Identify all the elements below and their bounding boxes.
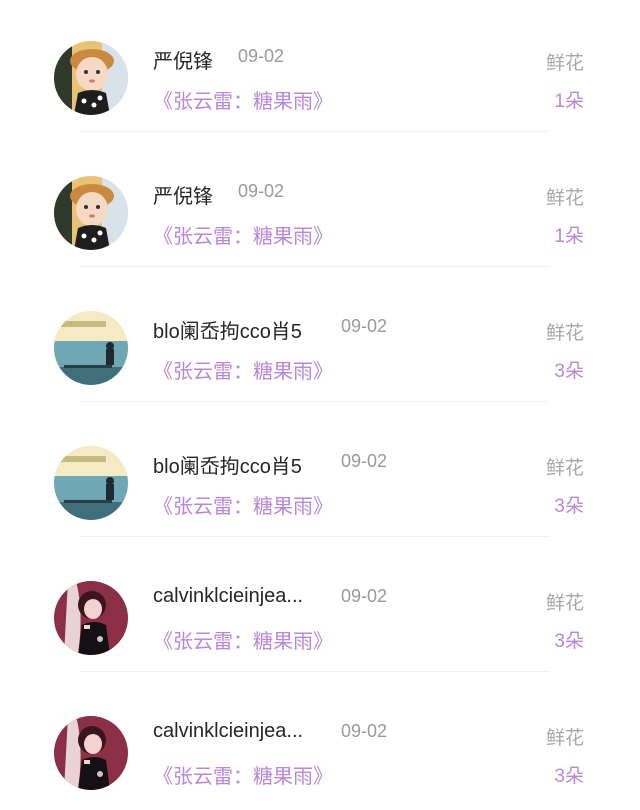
avatar[interactable]	[54, 716, 128, 790]
row-divider	[80, 536, 550, 537]
avatar[interactable]	[54, 446, 128, 520]
song-title[interactable]: 《张云雷：糖果雨》	[153, 625, 333, 654]
gift-type-label: 鲜花	[545, 593, 584, 614]
song-title[interactable]: 《张云雷：糖果雨》	[153, 220, 333, 249]
gift-date: 09-02	[238, 46, 285, 66]
avatar[interactable]	[54, 176, 128, 250]
row-divider	[80, 131, 550, 132]
song-title[interactable]: 《张云雷：糖果雨》	[153, 490, 333, 519]
gift-date: 09-02	[341, 451, 388, 471]
user-name[interactable]: 严倪锋	[153, 180, 213, 209]
avatar[interactable]	[54, 41, 128, 115]
list-item[interactable]: blo阑岙拘cco肖5 09-02 《张云雷：糖果雨》 鲜花 3朵	[0, 270, 640, 405]
gift-count: 3朵	[554, 361, 584, 382]
list-item[interactable]: blo阑岙拘cco肖5 09-02 《张云雷：糖果雨》 鲜花 3朵	[0, 405, 640, 540]
gift-type-label: 鲜花	[545, 458, 584, 479]
user-name[interactable]: 严倪锋	[153, 45, 213, 74]
gift-count: 3朵	[554, 631, 584, 652]
illustrated-girl-avatar-image	[54, 581, 128, 655]
row-divider	[80, 266, 550, 267]
gift-list: 严倪锋 09-02 《张云雷：糖果雨》 鲜花 1朵 严倪锋 09-02 《张云雷…	[0, 0, 640, 810]
row-divider	[80, 401, 550, 402]
gift-date: 09-02	[341, 586, 388, 606]
gift-count: 1朵	[554, 226, 584, 247]
list-item[interactable]: calvinklcieinjea... 09-02 《张云雷：糖果雨》 鲜花 3…	[0, 540, 640, 675]
gift-type-label: 鲜花	[545, 728, 584, 749]
gift-count: 3朵	[554, 766, 584, 787]
seaside-photo-avatar-image	[54, 311, 128, 385]
song-title[interactable]: 《张云雷：糖果雨》	[153, 760, 333, 789]
gift-type-label: 鲜花	[545, 323, 584, 344]
gift-date: 09-02	[341, 721, 388, 741]
list-item[interactable]: 严倪锋 09-02 《张云雷：糖果雨》 鲜花 1朵	[0, 0, 640, 135]
gift-count: 1朵	[554, 91, 584, 112]
user-name[interactable]: blo阑岙拘cco肖5	[153, 450, 302, 479]
child-photo-avatar-image	[54, 41, 128, 115]
user-name[interactable]: blo阑岙拘cco肖5	[153, 315, 302, 344]
child-photo-avatar-image	[54, 176, 128, 250]
gift-date: 09-02	[341, 316, 388, 336]
user-name[interactable]: calvinklcieinjea...	[153, 720, 303, 743]
avatar[interactable]	[54, 581, 128, 655]
gift-type-label: 鲜花	[545, 53, 584, 74]
illustrated-girl-avatar-image	[54, 716, 128, 790]
seaside-photo-avatar-image	[54, 446, 128, 520]
song-title[interactable]: 《张云雷：糖果雨》	[153, 85, 333, 114]
user-name[interactable]: calvinklcieinjea...	[153, 585, 303, 608]
list-item[interactable]: 严倪锋 09-02 《张云雷：糖果雨》 鲜花 1朵	[0, 135, 640, 270]
gift-date: 09-02	[238, 181, 285, 201]
gift-count: 3朵	[554, 496, 584, 517]
song-title[interactable]: 《张云雷：糖果雨》	[153, 355, 333, 384]
list-item[interactable]: calvinklcieinjea... 09-02 《张云雷：糖果雨》 鲜花 3…	[0, 675, 640, 810]
gift-type-label: 鲜花	[545, 188, 584, 209]
row-divider	[80, 671, 550, 672]
avatar[interactable]	[54, 311, 128, 385]
